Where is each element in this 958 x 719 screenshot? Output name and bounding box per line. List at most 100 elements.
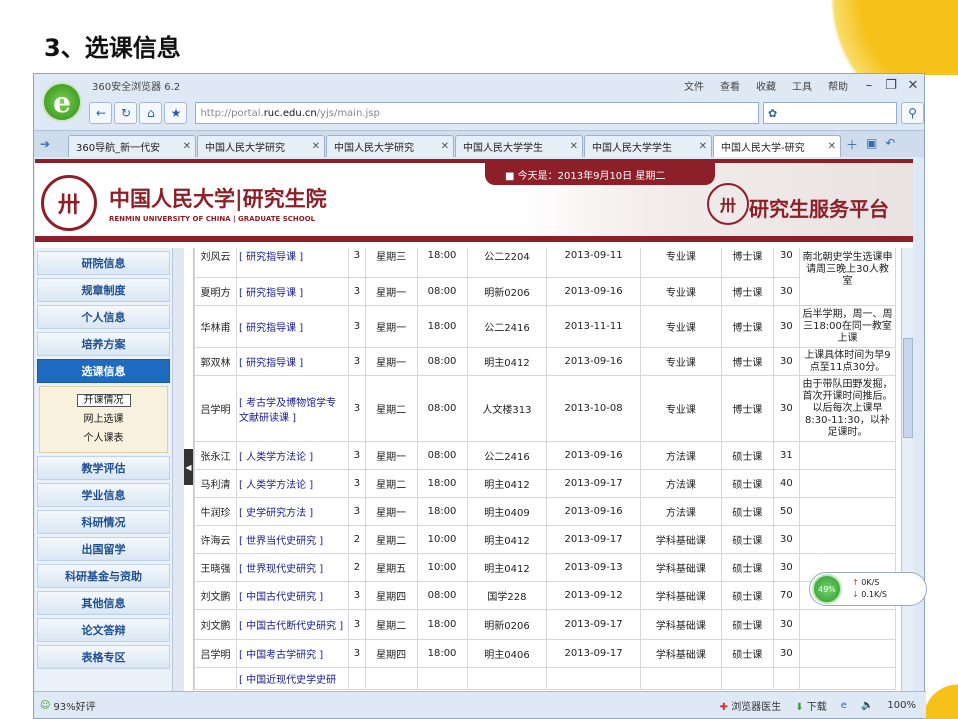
sidebar-item-abroad[interactable]: 出国留学 [37,537,170,561]
home-button[interactable]: ⌂ [139,102,163,124]
tab-5[interactable]: 中国人民大学学生 ✕ [584,135,712,157]
cell-c[interactable]: [ 世界当代史研究 ] [236,525,349,554]
sidebar-item-research[interactable]: 科研情况 [37,510,170,534]
back-button[interactable]: ← [89,102,113,124]
sidebar-item-course-selection[interactable]: 选课信息 [37,359,170,383]
cell-lv: 硕士课 [721,553,774,582]
cell-c[interactable]: [ 考古学及博物馆学专文献研读课 ] [236,375,349,442]
cell-c[interactable]: [ 研究指导课 ] [236,347,349,376]
sidebar-item-plan[interactable]: 培养方案 [37,332,170,356]
browser-logo-icon: e [42,82,82,122]
cell-type: 方法课 [639,469,723,498]
sidebar-item-forms[interactable]: 表格专区 [37,645,170,669]
cell-c[interactable]: [ 中国考古学研究 ] [236,639,349,668]
close-tab-icon[interactable]: ✕ [699,141,707,152]
cell-lv: 硕士课 [721,639,774,668]
menu-tools[interactable]: 工具 [792,78,812,93]
sidebar-item-other[interactable]: 其他信息 [37,591,170,615]
tab-6-active[interactable]: 中国人民大学-研究 ✕ [713,135,841,157]
zoom-level[interactable]: 100% [887,700,916,711]
cell-c[interactable]: [ 研究指导课 ] [236,248,349,278]
browser-doctor-button[interactable]: ✚ 浏览器医生 [720,698,782,713]
speed-readout: ↑ 0K/S ↓ 0.1K/S [852,578,887,599]
cell-room: 公二2416 [466,441,548,470]
menu-help[interactable]: 帮助 [828,78,848,93]
sidebar-item-funding[interactable]: 科研基金与资助 [37,564,170,588]
minimize-icon[interactable]: – [858,78,880,93]
cell-cr: 2 [348,525,366,554]
search-icon[interactable]: ⚲ [900,102,924,124]
tab-3[interactable]: 中国人民大学研究 ✕ [326,135,454,157]
ie-icon[interactable]: e [841,700,847,711]
cell-cr: 3 [348,497,366,526]
sidebar-item-academic[interactable]: 学业信息 [37,483,170,507]
cell-cr: 3 [348,581,366,610]
cell-type: 专业课 [639,248,723,278]
scrollbar-thumb[interactable] [903,338,913,438]
tab-label: 中国人民大学学生 [592,143,672,154]
rating-text[interactable]: 93%好评 [53,698,95,713]
cell-c[interactable]: [ 中国古代断代史研究 ] [236,609,349,640]
menu-favorites[interactable]: 收藏 [756,78,776,93]
tab-bar: ➔ 360导航_新一代安 ✕ 中国人民大学研究 ✕ 中国人民大学研究 ✕ 中国人民大学… [34,130,924,157]
tab-2[interactable]: 中国人民大学研究 ✕ [197,135,325,157]
cell-lv: 硕士课 [721,581,774,610]
cell-day: 星期二 [364,469,418,498]
cell-day: 星期三 [364,248,418,278]
tab-1[interactable]: 360导航_新一代安 ✕ [68,135,196,157]
download-button[interactable]: ⬇ 下载 [795,698,827,713]
cell-c[interactable]: [ 研究指导课 ] [236,277,349,306]
url-prefix: http://portal. [200,107,264,119]
cell-note [799,525,896,554]
cell-c[interactable]: [ 研究指导课 ] [236,305,349,348]
cell-c[interactable]: [ 人类学方法论 ] [236,469,349,498]
cell-cr: 3 [348,305,366,348]
cell-lv: 硕士课 [721,525,774,554]
content-scrollbar[interactable] [901,248,913,691]
network-speed-widget[interactable]: 49% ↑ 0K/S ↓ 0.1K/S [809,572,927,606]
close-tab-icon[interactable]: ✕ [570,141,578,152]
cell-c[interactable]: [ 史学研究方法 ] [236,497,349,526]
refresh-button[interactable]: ↻ [114,102,138,124]
speaker-icon[interactable]: 🔈 [861,700,873,711]
sidebar-item-institute[interactable]: 研院信息 [37,251,170,275]
subitem-personal-schedule[interactable]: 个人课表 [40,429,167,448]
subitem-course-offering[interactable]: 开课情况 [40,391,167,410]
maximize-icon[interactable]: ❐ [880,78,902,93]
favorite-star-button[interactable]: ★ [164,102,188,124]
cell-c[interactable]: [ 中国古代史研究 ] [236,581,349,610]
close-icon[interactable]: ✕ [902,78,924,93]
menu-view[interactable]: 查看 [720,78,740,93]
tab-list-icon[interactable]: ▣ [866,136,877,153]
sidebar-item-thesis[interactable]: 论文答辩 [37,618,170,642]
close-tab-icon[interactable]: ✕ [441,141,449,152]
cell-cr: 3 [348,347,366,376]
subitem-online-selection[interactable]: 网上选课 [40,410,167,429]
course-table: 刘风云[ 研究指导课 ] 3 星期三 18:00 公二2204 2013-09-11 专业课… [194,248,896,690]
sidebar-item-personal[interactable]: 个人信息 [37,305,170,329]
sidebar-toggle-icon[interactable]: ➔ [40,137,50,151]
undo-close-icon[interactable]: ↶ [885,136,895,153]
address-bar[interactable]: http://portal. ruc.edu.cn /yjs/main.jsp [195,102,760,124]
cell-date: 2013-09-16 [546,497,641,526]
close-tab-icon[interactable]: ✕ [183,141,191,152]
cell-c[interactable]: [ 中国近现代史学史研 [236,667,349,690]
cell-day: 星期一 [364,441,418,470]
sidebar-scrollbar[interactable] [172,248,184,691]
menu-file[interactable]: 文件 [684,78,704,93]
search-input[interactable]: ✿ [763,102,897,124]
sidebar-item-evaluation[interactable]: 教学评估 [37,456,170,480]
slide-corner-decoration [798,0,958,75]
new-tab-icon[interactable]: ＋ [846,136,858,153]
cell-t: 华林甫 [194,305,237,348]
sidebar-item-rules[interactable]: 规章制度 [37,278,170,302]
tab-4[interactable]: 中国人民大学学生 ✕ [455,135,583,157]
cell-t: 许海云 [194,525,237,554]
close-tab-icon[interactable]: ✕ [828,141,836,152]
cell-c[interactable]: [ 世界现代史研究 ] [236,553,349,582]
close-tab-icon[interactable]: ✕ [312,141,320,152]
cell-n: 50 [772,497,801,526]
cell-n: 30 [772,525,801,554]
collapse-sidebar-icon[interactable]: ◀ [184,449,193,485]
cell-c[interactable]: [ 人类学方法论 ] [236,441,349,470]
